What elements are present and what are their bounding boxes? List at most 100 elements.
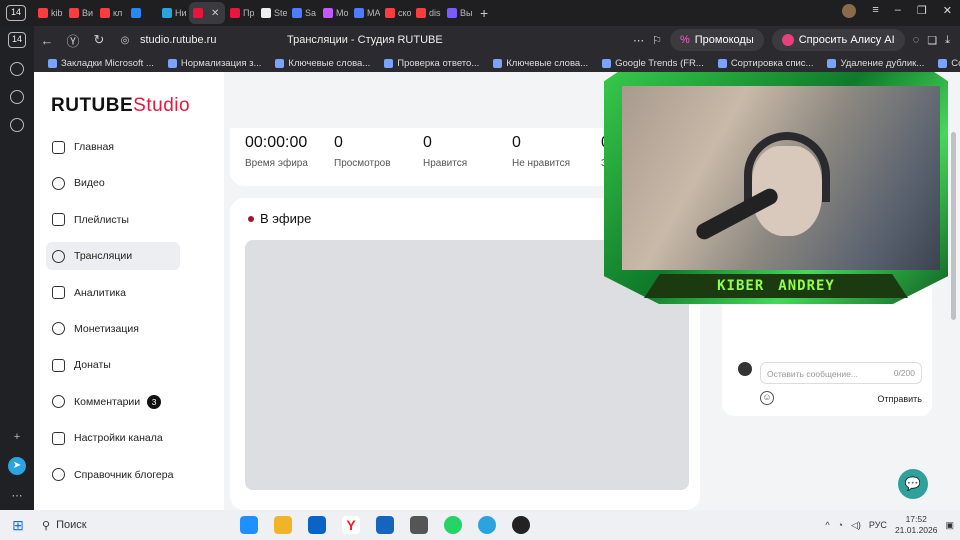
sidebar-item-label: Видео: [74, 177, 105, 190]
minimize-button[interactable]: –: [895, 4, 901, 18]
obs-icon[interactable]: [512, 516, 530, 534]
explorer-icon[interactable]: [274, 516, 292, 534]
video-icon: [52, 176, 65, 190]
history-icon[interactable]: [10, 62, 24, 76]
browser-tab[interactable]: Ни: [158, 2, 188, 24]
taskbar-search[interactable]: ⚲ Поиск: [36, 513, 232, 537]
chat-avatar: [738, 362, 752, 376]
windows-start-icon[interactable]: ⊞: [0, 517, 36, 534]
chevron-up-icon[interactable]: ^: [825, 520, 829, 530]
outlook-icon[interactable]: [308, 516, 326, 534]
sidebar-item[interactable]: Видео: [46, 169, 180, 197]
browser-tab[interactable]: [127, 2, 157, 24]
browser-tab[interactable]: kib: [34, 2, 64, 24]
clock-app-icon[interactable]: [410, 516, 428, 534]
comments-count-badge: 3: [147, 394, 162, 409]
download-icon[interactable]: ⤓: [945, 34, 950, 47]
bookmark-item[interactable]: Ключевые слова...: [493, 58, 588, 69]
sidebar-item[interactable]: Справочник блогера: [46, 461, 180, 489]
more-icon[interactable]: ⋯: [12, 489, 23, 502]
sidebar-item[interactable]: Плейлисты: [46, 206, 180, 234]
browser-tab[interactable]: Вы: [443, 2, 473, 24]
sidebar-item[interactable]: Донаты: [46, 351, 180, 379]
stat-label: Не нравится: [512, 158, 570, 169]
bookmark-favicon: [167, 58, 177, 68]
stat-item: 0 Нравится: [423, 134, 467, 169]
back-arrow-icon[interactable]: ←: [34, 33, 60, 48]
browser-tab[interactable]: ✕: [189, 2, 225, 24]
tab-close-icon[interactable]: ✕: [211, 8, 219, 19]
sidebar-item[interactable]: Комментарии 3: [46, 388, 180, 416]
chat-message-input[interactable]: Оставить сообщение... 0/200: [760, 362, 922, 384]
network-icon[interactable]: ◔: [838, 520, 843, 530]
browser-tab[interactable]: Ste: [257, 2, 287, 24]
stat-item: 0 Просмотров: [334, 134, 391, 169]
browser-tab[interactable]: Пр: [226, 2, 256, 24]
send-button[interactable]: Отправить: [877, 394, 922, 404]
rail-tabs-badge[interactable]: 14: [8, 32, 26, 48]
edge-icon[interactable]: [240, 516, 258, 534]
browser-tab[interactable]: Sa: [288, 2, 318, 24]
add-icon[interactable]: +: [14, 431, 20, 443]
bookmark-item[interactable]: Нормализация з...: [167, 58, 261, 69]
menu-icon[interactable]: ≡: [872, 4, 878, 18]
browser-tab[interactable]: MA: [350, 2, 380, 24]
sidebar-item[interactable]: Аналитика: [46, 279, 180, 307]
tab-favicon: [354, 8, 364, 18]
bookmark-item[interactable]: Сортировка спис...: [938, 58, 960, 69]
sidebar-item[interactable]: Настройки канала: [46, 424, 180, 452]
bookmark-item[interactable]: Сортировка спис...: [717, 58, 813, 69]
yandex-icon[interactable]: Ⓨ: [60, 31, 86, 50]
alice-button[interactable]: Спросить Алису AI: [771, 29, 905, 51]
bookmark-item[interactable]: Ключевые слова...: [275, 58, 370, 69]
page-scrollbar[interactable]: [951, 132, 956, 320]
bookmark-item[interactable]: Проверка ответо...: [384, 58, 479, 69]
bookmark-icon[interactable]: ⚐: [652, 34, 662, 47]
bookmark-item[interactable]: Удаление дублик...: [827, 58, 924, 69]
promo-button[interactable]: % Промокоды: [669, 29, 764, 51]
sidebar-item-label: Настройки канала: [74, 432, 163, 445]
browser-tab[interactable]: кл: [96, 2, 126, 24]
telegram-icon[interactable]: ➤: [8, 457, 26, 475]
tab-count-badge[interactable]: 14: [6, 5, 26, 21]
new-tab-button[interactable]: +: [480, 5, 488, 21]
more-options-icon[interactable]: ⋯: [633, 34, 644, 47]
store-icon[interactable]: [376, 516, 394, 534]
yandex-browser-icon[interactable]: Y: [342, 516, 360, 534]
volume-icon[interactable]: ◁): [851, 520, 861, 531]
telegram-taskbar-icon[interactable]: [478, 516, 496, 534]
support-chat-icon[interactable]: 💬: [898, 469, 928, 499]
emoji-icon[interactable]: ☺: [760, 391, 774, 405]
lang-indicator[interactable]: РУС: [869, 520, 887, 530]
broadcast-icon: [52, 249, 65, 263]
notifications-icon[interactable]: ▣: [945, 520, 954, 531]
extension-icon[interactable]: ◌: [913, 34, 920, 46]
collections-icon[interactable]: ❏: [927, 34, 937, 47]
restore-button[interactable]: ❐: [917, 4, 927, 18]
live-title-text: В эфире: [260, 211, 312, 226]
whatsapp-icon[interactable]: [444, 516, 462, 534]
webcam-name-right: ANDREY: [778, 278, 835, 294]
play-icon[interactable]: [10, 90, 24, 104]
rutube-studio-logo[interactable]: RUTUBEStudio: [51, 95, 190, 117]
browser-tab[interactable]: ско: [381, 2, 411, 24]
bookmark-item[interactable]: Google Trends (FR...: [602, 58, 704, 69]
reload-icon[interactable]: ↻: [86, 32, 112, 48]
webcam-overlay: KIBER ANDREY: [604, 72, 948, 304]
tab-favicon: [69, 8, 79, 18]
taskbar-clock[interactable]: 17:52 21.01.2026: [895, 514, 938, 536]
sidebar-item[interactable]: Главная: [46, 133, 180, 161]
close-window-button[interactable]: ✕: [943, 4, 952, 18]
bookmark-item[interactable]: Закладки Microsoft ...: [48, 58, 154, 69]
sidebar-item[interactable]: Трансляции: [46, 242, 180, 271]
screenshot-icon[interactable]: [10, 118, 24, 132]
bookmark-favicon: [493, 58, 503, 68]
browser-tab[interactable]: Mo: [319, 2, 349, 24]
browser-tab[interactable]: dis: [412, 2, 442, 24]
sidebar-item[interactable]: Монетизация: [46, 315, 180, 343]
profile-avatar[interactable]: [842, 4, 857, 18]
browser-tab[interactable]: Ви: [65, 2, 95, 24]
url-text[interactable]: studio.rutube.ru: [140, 34, 216, 46]
site-info-icon[interactable]: ◎: [112, 35, 138, 46]
bookmark-label: Сортировка спис...: [951, 57, 960, 69]
